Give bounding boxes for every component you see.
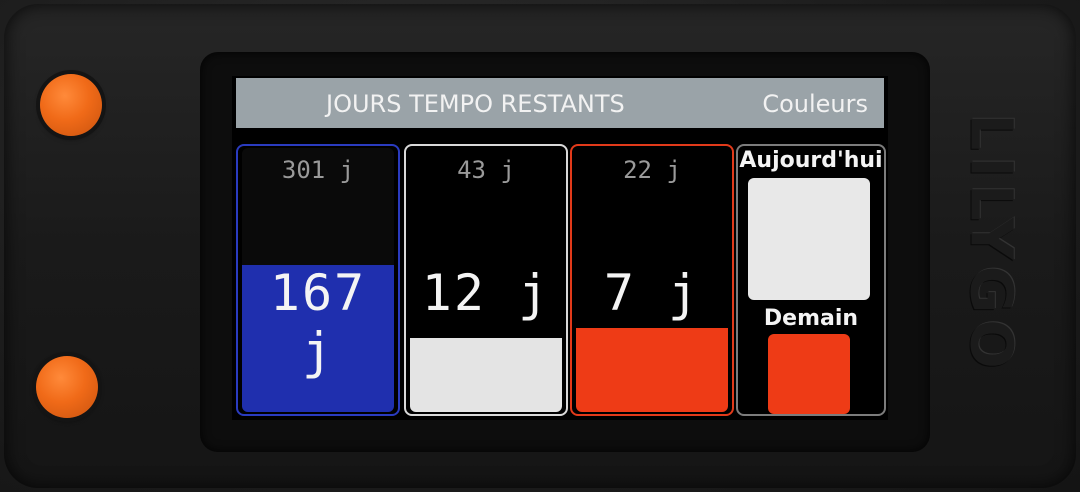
- red-column-inner: 22 j 7 j: [576, 148, 728, 412]
- white-remaining-bar: [410, 338, 562, 412]
- brand-logo-text: LILYGO: [958, 113, 1026, 375]
- device-photo: LILYGO JOURS TEMPO RESTANTS Couleurs 301…: [0, 0, 1080, 492]
- white-days-column: 43 j 12 j: [404, 144, 568, 416]
- white-remaining-days: 12 j: [421, 264, 551, 322]
- white-total-days: 43 j: [457, 156, 515, 184]
- top-hardware-button[interactable]: [40, 74, 102, 136]
- header-colors-label: Couleurs: [762, 90, 868, 118]
- lcd-screen: JOURS TEMPO RESTANTS Couleurs 301 j 167 …: [232, 76, 888, 420]
- tomorrow-label: Demain: [763, 306, 859, 331]
- blue-column-inner: 301 j 167 j: [242, 148, 394, 412]
- white-column-inner: 43 j 12 j: [410, 148, 562, 412]
- blue-days-column: 301 j 167 j: [236, 144, 400, 416]
- brand-logo: LILYGO: [942, 84, 1042, 404]
- tomorrow-color-swatch: [768, 334, 850, 414]
- header-title: JOURS TEMPO RESTANTS: [326, 90, 625, 118]
- header-bar: JOURS TEMPO RESTANTS Couleurs: [236, 78, 884, 128]
- red-total-days: 22 j: [623, 156, 681, 184]
- red-days-column: 22 j 7 j: [570, 144, 734, 416]
- bottom-hardware-button[interactable]: [36, 356, 98, 418]
- red-remaining-bar: [576, 327, 728, 412]
- blue-remaining-days: 167 j: [269, 264, 367, 380]
- blue-total-days: 301 j: [281, 156, 355, 184]
- red-remaining-days: 7 j: [603, 264, 701, 322]
- today-color-swatch: [748, 178, 870, 300]
- today-label: Aujourd'hui: [739, 148, 883, 173]
